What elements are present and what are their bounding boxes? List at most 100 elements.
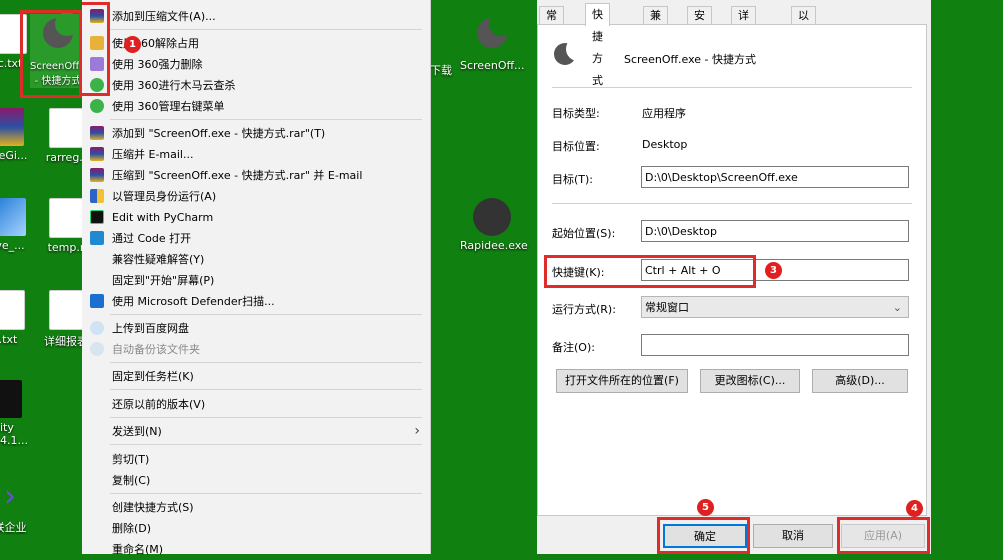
desktop-icon-label: ScreenOff...: [460, 59, 525, 72]
annotation-box-menu-top: [82, 2, 110, 96]
menu-item-label: 删除(D): [112, 522, 152, 535]
menu-separator: [110, 362, 422, 363]
menu-item-copy[interactable]: 复制(C): [82, 470, 430, 491]
download-file-icon: [49, 198, 83, 238]
desktop-rapidee-app[interactable]: Rapidee.exe: [460, 198, 528, 252]
start-in-input[interactable]: D:\0\Desktop: [641, 220, 909, 242]
chevron-logo-icon: ›: [4, 479, 16, 514]
winrar-icon: [90, 168, 104, 182]
menu-separator: [110, 119, 422, 120]
tab-general[interactable]: 常规: [539, 6, 564, 40]
menu-item-baidu-upload[interactable]: 上传到百度网盘: [82, 318, 430, 339]
annotation-badge: 5: [697, 499, 714, 516]
menu-item-label: 使用 360进行木马云查杀: [112, 79, 236, 92]
moon-icon: [476, 18, 508, 56]
tab-previous-versions[interactable]: 以前的版本: [791, 6, 816, 94]
desktop-unity-app[interactable]: ity 4.1...: [0, 380, 38, 447]
menu-item-edit-pycharm[interactable]: Edit with PyCharm: [82, 207, 430, 228]
menu-separator: [110, 29, 422, 30]
winrar-icon: [0, 108, 24, 146]
menu-item-compress-email[interactable]: 压缩并 E-mail...: [82, 144, 430, 165]
tab-compatibility[interactable]: 兼容性: [643, 6, 668, 58]
menu-item-rename[interactable]: 重命名(M): [82, 539, 430, 560]
menu-item-360-force-delete[interactable]: 使用 360强力删除: [82, 54, 430, 75]
menu-item-360-menu-manage[interactable]: 使用 360管理右键菜单: [82, 96, 430, 117]
start-in-label: 起始位置(S):: [552, 227, 616, 240]
desktop-icon-label: pleGi...: [0, 149, 28, 162]
menu-item-label: 发送到(N): [112, 425, 162, 438]
menu-item-restore-versions[interactable]: 还原以前的版本(V): [82, 394, 430, 415]
menu-item-label: 重命名(M): [112, 543, 164, 556]
menu-item-create-shortcut[interactable]: 创建快捷方式(S): [82, 497, 430, 518]
menu-item-label: 上传到百度网盘: [112, 322, 189, 335]
context-menu: 添加到压缩文件(A)... 使用360解除占用 使用 360强力删除 使用 36…: [82, 0, 431, 556]
menu-item-label: 固定到任务栏(K): [112, 370, 194, 383]
annotation-badge: 1: [124, 36, 141, 53]
annotation-badge: 4: [906, 500, 923, 517]
menu-item-label: 使用 360强力删除: [112, 58, 203, 71]
comment-input[interactable]: [641, 334, 909, 356]
menu-item-add-to-rar[interactable]: 添加到 "ScreenOff.exe - 快捷方式.rar"(T): [82, 123, 430, 144]
menu-item-run-as-admin[interactable]: 以管理员身份运行(A): [82, 186, 430, 207]
menu-item-delete[interactable]: 删除(D): [82, 518, 430, 539]
menu-item-label: 固定到"开始"屏幕(P): [112, 274, 215, 287]
menu-separator: [110, 389, 422, 390]
menu-item-label: 还原以前的版本(V): [112, 398, 206, 411]
winrar-icon: [90, 147, 104, 161]
menu-item-add-to-archive[interactable]: 添加到压缩文件(A)...: [82, 6, 430, 27]
target-type-value: 应用程序: [642, 107, 686, 120]
advanced-button[interactable]: 高级(D)...: [812, 369, 908, 393]
comment-label: 备注(O):: [552, 341, 595, 354]
tab-security[interactable]: 安全: [687, 6, 712, 40]
desktop-icon-label: 4.1...: [0, 434, 28, 447]
menu-item-label: 以管理员身份运行(A): [112, 190, 217, 203]
moon-icon: [552, 39, 582, 69]
target-label: 目标(T):: [552, 173, 594, 186]
cancel-button[interactable]: 取消: [753, 524, 833, 548]
run-label: 运行方式(R):: [552, 303, 616, 316]
menu-item-label: 兼容性疑难解答(Y): [112, 253, 205, 266]
menu-item-compat-troubleshoot[interactable]: 兼容性疑难解答(Y): [82, 249, 430, 270]
desktop-icon-label: ve_...: [0, 239, 25, 252]
menu-item-send-to[interactable]: 发送到(N) ›: [82, 421, 430, 442]
open-file-location-button[interactable]: 打开文件所在的位置(F): [556, 369, 688, 393]
menu-item-open-with-code[interactable]: 通过 Code 打开: [82, 228, 430, 249]
baidu-cloud-icon: [90, 342, 104, 356]
run-mode-select[interactable]: 常规窗口 ⌄: [641, 296, 909, 318]
tab-shortcut[interactable]: 快捷方式: [585, 3, 610, 87]
desktop-icon-label: temp.r: [47, 241, 85, 254]
shield-icon: [90, 189, 104, 203]
menu-item-defender-scan[interactable]: 使用 Microsoft Defender扫描...: [82, 291, 430, 312]
menu-item-360-scan[interactable]: 使用 360进行木马云查杀: [82, 75, 430, 96]
annotation-box-ok: [657, 517, 750, 554]
desktop-icon-label: Rapidee.exe: [460, 239, 528, 252]
desktop-enterprise-app[interactable]: › 联企业: [0, 478, 42, 535]
text-file-icon: [0, 290, 25, 330]
menu-separator: [110, 493, 422, 494]
pycharm-icon: [90, 210, 104, 224]
target-input[interactable]: D:\0\Desktop\ScreenOff.exe: [641, 166, 909, 188]
menu-separator: [110, 417, 422, 418]
menu-item-compress-rar-email[interactable]: 压缩到 "ScreenOff.exe - 快捷方式.rar" 并 E-mail: [82, 165, 430, 186]
menu-item-cut[interactable]: 剪切(T): [82, 449, 430, 470]
desktop-icon-label: c.txt: [0, 57, 23, 70]
divider: [552, 87, 912, 88]
menu-item-pin-taskbar[interactable]: 固定到任务栏(K): [82, 366, 430, 387]
unity-icon: [0, 380, 22, 418]
menu-separator: [110, 444, 422, 445]
annotation-box-shortcut-key: [544, 255, 756, 288]
menu-item-label: 复制(C): [112, 474, 151, 487]
target-type-label: 目标类型:: [552, 107, 600, 120]
file-icon: [49, 108, 83, 148]
chevron-right-icon: ›: [414, 423, 420, 439]
menu-item-pin-start[interactable]: 固定到"开始"屏幕(P): [82, 270, 430, 291]
desktop-shortcut-screenoff[interactable]: ScreenOff...: [460, 14, 525, 72]
tab-details[interactable]: 详细信息: [731, 6, 756, 76]
change-icon-button[interactable]: 更改图标(C)...: [700, 369, 800, 393]
annotation-badge: 3: [765, 262, 782, 279]
menu-item-label: 添加到压缩文件(A)...: [112, 10, 216, 23]
menu-item-label: 压缩并 E-mail...: [112, 148, 194, 161]
menu-item-baidu-backup[interactable]: 自动备份该文件夹: [82, 339, 430, 360]
chevron-down-icon: ⌄: [892, 301, 902, 314]
rapidee-icon: [473, 198, 511, 236]
